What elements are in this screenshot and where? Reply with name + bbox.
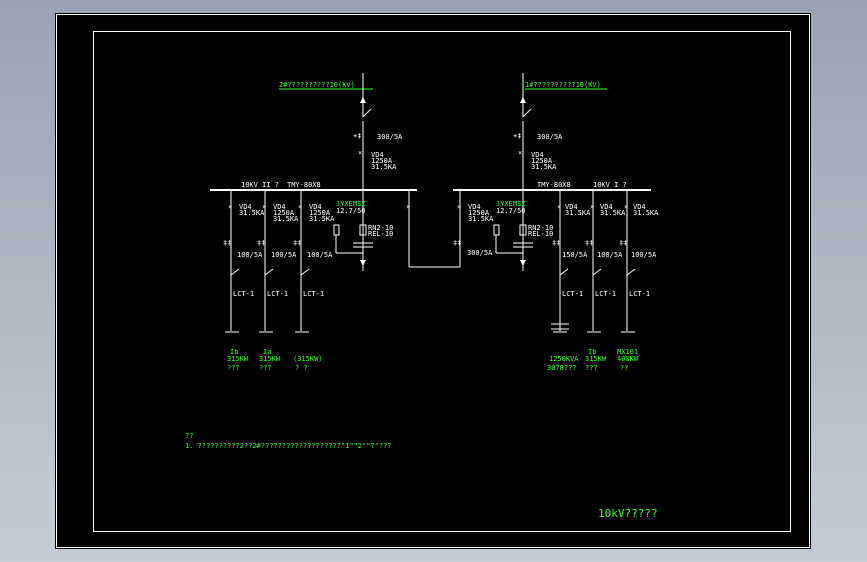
svg-text:31.5KA: 31.5KA	[273, 215, 299, 223]
incomer-right-label: 1#??????????10(KV)	[525, 81, 601, 89]
svg-text:???: ???	[259, 364, 272, 372]
svg-text:100/5A: 100/5A	[597, 251, 623, 259]
notes-line-1: 1. ??????????2??2#???????????????????"1"…	[185, 442, 392, 450]
bus-tie: × × VD4 1250A 31.5KA ‡‡ 300/5A	[406, 190, 494, 268]
svg-text:×: ×	[228, 203, 232, 211]
svg-text:1250KVA: 1250KVA	[549, 355, 579, 363]
svg-text:300/5A: 300/5A	[537, 133, 563, 141]
incomer-left-label: 2#??????????10(KV)	[279, 81, 355, 89]
svg-text:???: ???	[227, 364, 240, 372]
svg-text:(315KW): (315KW)	[293, 355, 323, 363]
svg-text:LCT-1: LCT-1	[267, 290, 288, 298]
svg-text:400KW: 400KW	[617, 355, 639, 363]
svg-text:LCT-1: LCT-1	[562, 290, 583, 298]
svg-text:300/5A: 300/5A	[467, 249, 493, 257]
incomer-right: 1#??????????10(KV) +‡ 300/5A × VD4 1250A…	[513, 73, 607, 190]
pt-panel-left: JYXEMSZ 12.7/50 RN2-10 REL-10	[333, 190, 393, 271]
svg-text:??: ??	[620, 364, 628, 372]
inner-border	[93, 31, 791, 532]
svg-text:×: ×	[557, 203, 561, 211]
isolator-symbol	[362, 108, 372, 118]
feeder-left-3: × VD4 1250A 31.5KA ‡‡ 100/5A LCT-1 (315K…	[293, 190, 335, 372]
svg-text:31.5KA: 31.5KA	[600, 209, 626, 217]
notes-title: ??	[185, 432, 193, 440]
feeder-right-3: × VD4 31.5KA ‡‡ 100/5A LCT-1 MX101 400KW…	[617, 190, 659, 372]
pt-panel-right: JYXEMSZ 12.7/50 RN2-10 REL-10	[493, 190, 553, 271]
svg-text:150/5A: 150/5A	[562, 251, 588, 259]
svg-text:‡‡: ‡‡	[293, 239, 301, 247]
bus-right-section: 10KV I ?	[593, 181, 627, 189]
single-line-diagram: 2#??????????10(KV) +‡ 300/5A × VD4 1250A…	[56, 14, 810, 548]
svg-text:×: ×	[518, 149, 522, 157]
svg-text:×: ×	[590, 203, 594, 211]
svg-text:315KW: 315KW	[227, 355, 249, 363]
svg-text:12.7/50: 12.7/50	[336, 207, 366, 215]
bus-right-type: TMY-80X8	[537, 181, 571, 189]
svg-text:31.5KA: 31.5KA	[371, 163, 397, 171]
svg-text:‡‡: ‡‡	[552, 239, 560, 247]
svg-text:×: ×	[624, 203, 628, 211]
svg-text:???: ???	[585, 364, 598, 372]
svg-text:‡‡: ‡‡	[619, 239, 627, 247]
svg-text:3078???: 3078???	[547, 364, 577, 372]
svg-text:REL-10: REL-10	[368, 230, 393, 238]
outer-border	[56, 14, 810, 548]
svg-text:‡‡: ‡‡	[585, 239, 593, 247]
incomer-left: 2#??????????10(KV) +‡ 300/5A × VD4 1250A…	[279, 73, 403, 190]
svg-text:31.5KA: 31.5KA	[468, 215, 494, 223]
bus-left-section: 10KV II ?	[241, 181, 279, 189]
svg-text:100/5A: 100/5A	[271, 251, 297, 259]
svg-text:+‡: +‡	[353, 132, 361, 140]
svg-text:×: ×	[262, 203, 266, 211]
svg-text:100/5A: 100/5A	[307, 251, 333, 259]
svg-text:×: ×	[298, 203, 302, 211]
isolator-symbol	[522, 108, 532, 118]
svg-text:315KW: 315KW	[259, 355, 281, 363]
svg-text:REL-10: REL-10	[528, 230, 553, 238]
svg-text:31.5KA: 31.5KA	[531, 163, 557, 171]
svg-text:31.5KA: 31.5KA	[309, 215, 335, 223]
svg-text:LCT-1: LCT-1	[595, 290, 616, 298]
feeder-left-1: × VD4 31.5KA ‡‡ 100/5A LCT-1 Ib 315KW ??…	[223, 190, 265, 372]
svg-text:LCT-1: LCT-1	[233, 290, 254, 298]
svg-text:315KW: 315KW	[585, 355, 607, 363]
svg-text:×: ×	[358, 149, 362, 157]
svg-text:‡‡: ‡‡	[257, 239, 265, 247]
svg-text:×: ×	[406, 203, 410, 211]
feeder-right-2: × VD4 31.5KA ‡‡ 100/5A LCT-1 Ib 315KW ??…	[585, 190, 626, 372]
svg-text:? ?: ? ?	[295, 364, 308, 372]
svg-text:300/5A: 300/5A	[377, 133, 403, 141]
svg-text:+‡: +‡	[513, 132, 521, 140]
svg-text:31.5KA: 31.5KA	[633, 209, 659, 217]
feeder-right-1: × VD4 31.5KA ‡‡ 150/5A LCT-1 1250KVA 307…	[547, 190, 591, 372]
svg-text:LCT-1: LCT-1	[303, 290, 324, 298]
svg-text:100/5A: 100/5A	[237, 251, 263, 259]
svg-text:‡‡: ‡‡	[453, 239, 461, 247]
drawing-title: 10kV?????	[598, 507, 658, 520]
svg-text:LCT-1: LCT-1	[629, 290, 650, 298]
svg-text:31.5KA: 31.5KA	[565, 209, 591, 217]
cad-viewport: 2#??????????10(KV) +‡ 300/5A × VD4 1250A…	[0, 0, 867, 562]
svg-text:‡‡: ‡‡	[223, 239, 231, 247]
feeder-left-2: × VD4 1250A 31.5KA ‡‡ 100/5A LCT-1 Ia 31…	[257, 190, 299, 372]
svg-text:12.7/50: 12.7/50	[496, 207, 526, 215]
bus-left-type: TMY-80X8	[287, 181, 321, 189]
drawing-sheet: 2#??????????10(KV) +‡ 300/5A × VD4 1250A…	[55, 13, 811, 549]
svg-text:×: ×	[457, 203, 461, 211]
svg-text:100/5A: 100/5A	[631, 251, 657, 259]
